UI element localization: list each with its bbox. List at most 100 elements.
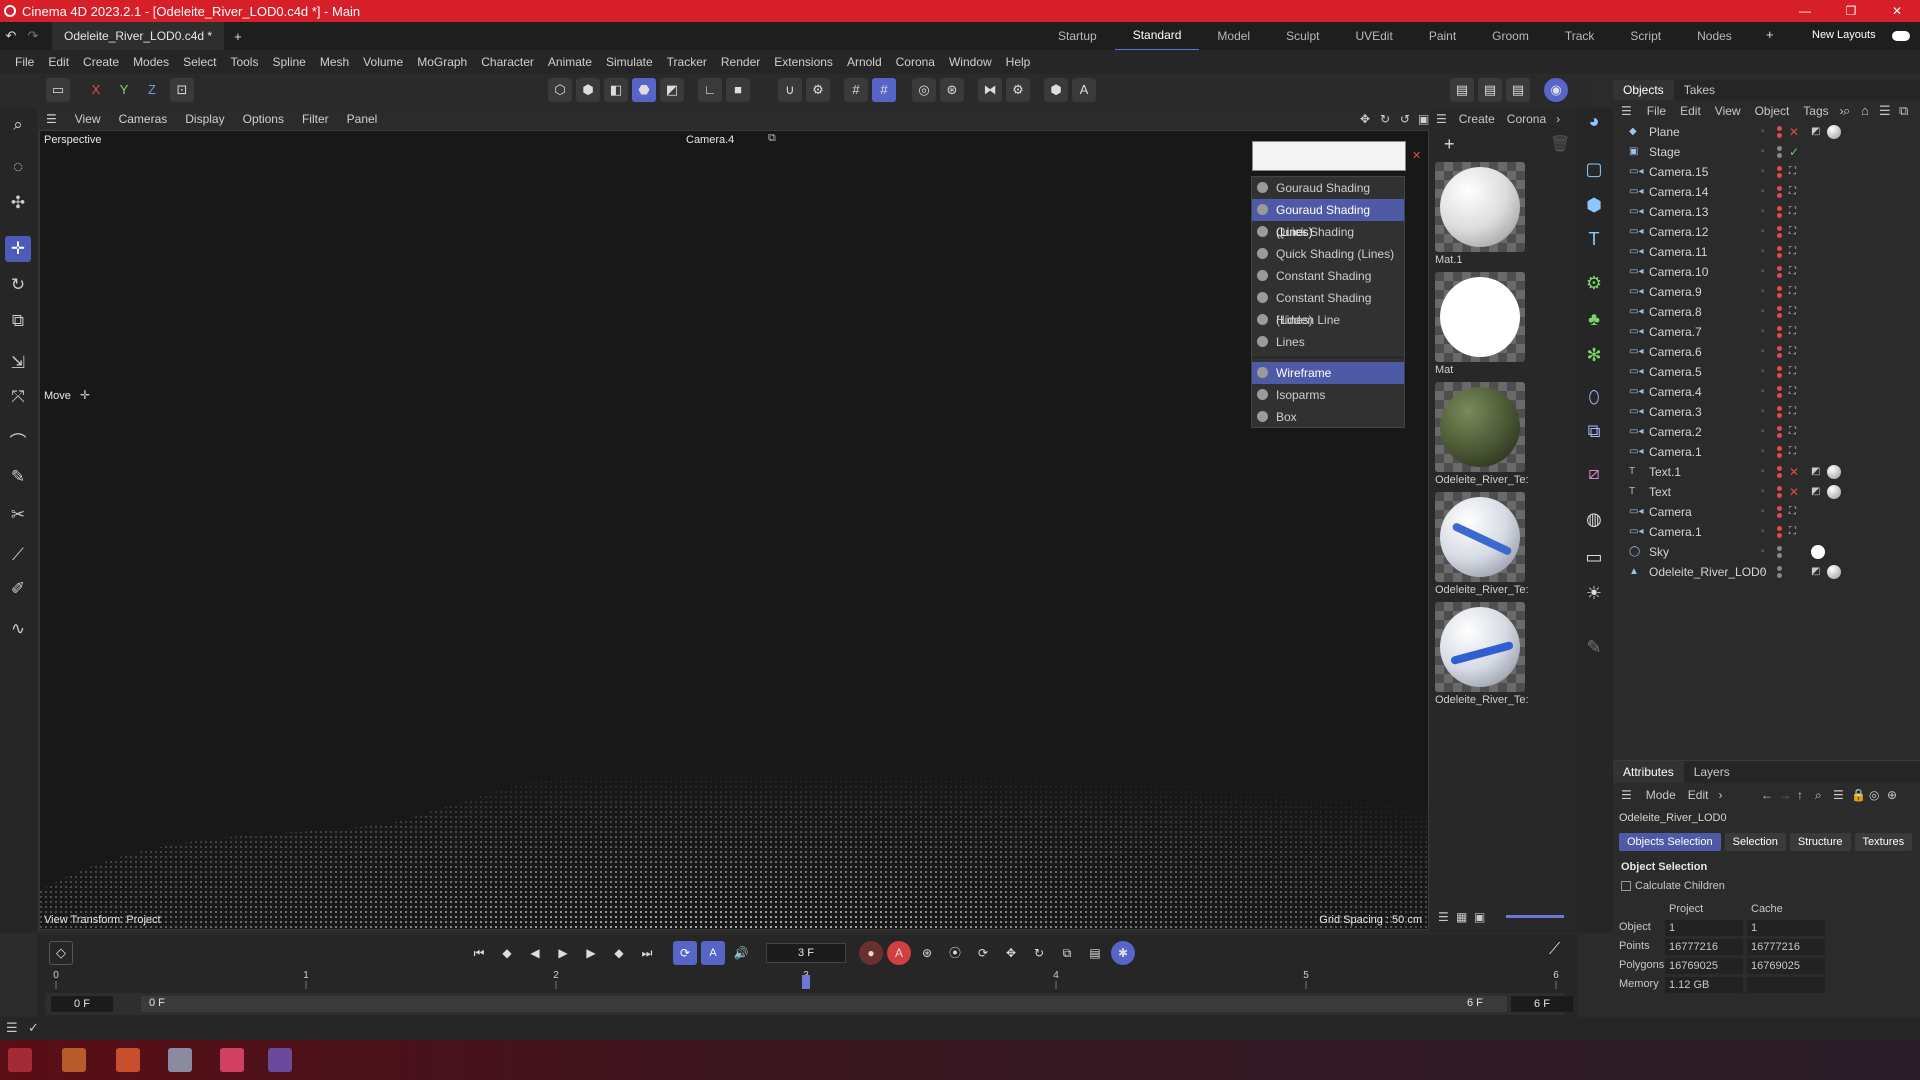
- render-visibility-icon[interactable]: [1777, 213, 1782, 218]
- viewport-solo-icon[interactable]: ▭: [46, 78, 70, 102]
- record-settings-icon[interactable]: ⟳: [971, 941, 995, 965]
- status-hamburger-icon[interactable]: ☰: [6, 1020, 18, 1036]
- large-view-icon[interactable]: ▣: [1474, 910, 1485, 924]
- volume-icon[interactable]: ⧄: [1581, 460, 1607, 486]
- timeline-ruler[interactable]: 0123456: [51, 969, 1571, 991]
- render-visibility-icon[interactable]: [1777, 493, 1782, 498]
- render-visibility-icon[interactable]: [1777, 553, 1782, 558]
- camera-tag-icon[interactable]: ⛶: [1789, 382, 1796, 402]
- shading-option[interactable]: Gouraud Shading: [1252, 177, 1404, 199]
- grid-view-icon[interactable]: ▦: [1456, 910, 1467, 924]
- visibility-icon[interactable]: [1777, 366, 1782, 371]
- objects-new-icon[interactable]: ⧉: [1899, 103, 1908, 119]
- camera-tag-icon[interactable]: ⛶: [1789, 222, 1796, 242]
- disabled-x-icon[interactable]: ✕: [1789, 462, 1799, 482]
- shading-option[interactable]: Quick Shading (Lines): [1252, 243, 1404, 265]
- objects-filter-icon[interactable]: ☰: [1879, 103, 1891, 119]
- menu-animate[interactable]: Animate: [541, 55, 599, 69]
- menu-edit[interactable]: Edit: [41, 55, 76, 69]
- deformer-icon[interactable]: ⬯: [1581, 384, 1607, 410]
- layer-icon[interactable]: ▫: [1761, 382, 1765, 402]
- layer-icon[interactable]: ▫: [1761, 482, 1765, 502]
- transfer-tool-icon[interactable]: ⤧: [5, 384, 31, 410]
- paint-icon[interactable]: ✐: [5, 576, 31, 602]
- spline-pen-icon[interactable]: ⌒: [5, 430, 31, 456]
- menu-extensions[interactable]: Extensions: [767, 55, 840, 69]
- scale-tool-icon[interactable]: ⧉: [5, 308, 31, 334]
- taskbar-app-icon[interactable]: [8, 1048, 32, 1072]
- auto-icon[interactable]: A: [1072, 78, 1096, 102]
- mograph-icon[interactable]: ♣: [1581, 306, 1607, 332]
- project-value-field[interactable]: 1.12 GB: [1665, 977, 1743, 993]
- edit-render-settings-icon[interactable]: ▤: [1506, 78, 1530, 102]
- camera-tag-icon[interactable]: ⛶: [1789, 342, 1796, 362]
- menu-help[interactable]: Help: [999, 55, 1038, 69]
- texture-tag-icon[interactable]: ◩: [1811, 562, 1820, 582]
- visibility-icon[interactable]: [1777, 426, 1782, 431]
- live-selection-icon[interactable]: ✣: [5, 190, 31, 216]
- shading-option[interactable]: Constant Shading: [1252, 265, 1404, 287]
- lock-icon[interactable]: ⬢: [1044, 78, 1068, 102]
- menu-mograph[interactable]: MoGraph: [410, 55, 474, 69]
- visibility-icon[interactable]: [1777, 566, 1782, 571]
- layer-icon[interactable]: ▫: [1761, 522, 1765, 542]
- document-tab[interactable]: Odeleite_River_LOD0.c4d *: [52, 22, 225, 50]
- knife-icon[interactable]: ✂: [5, 502, 31, 528]
- object-row[interactable]: ▲ Odeleite_River_LOD0 ▫ ◩: [1613, 562, 1920, 582]
- layout-tab-track[interactable]: Track: [1547, 22, 1613, 50]
- object-row[interactable]: ▭◂ Camera.9 ▫ ⛶: [1613, 282, 1920, 302]
- sound-icon[interactable]: 🔊: [729, 941, 753, 965]
- material-hamburger-icon[interactable]: ☰: [1430, 112, 1453, 126]
- brush-icon[interactable]: ⟋: [5, 542, 31, 568]
- attributes-tab[interactable]: Attributes: [1613, 761, 1684, 783]
- shading-search-box[interactable]: [1252, 141, 1406, 171]
- camera-tag-icon[interactable]: ⛶: [1789, 422, 1796, 442]
- taskbar-app-icon[interactable]: [220, 1048, 244, 1072]
- render-visibility-icon[interactable]: [1777, 393, 1782, 398]
- object-row[interactable]: ◆ Plane ▫ ✕ ◩: [1613, 122, 1920, 142]
- layer-icon[interactable]: ▫: [1761, 562, 1765, 582]
- layer-icon[interactable]: ▫: [1761, 202, 1765, 222]
- shading-option[interactable]: Wireframe: [1252, 362, 1404, 384]
- scale-key-icon[interactable]: ⧉: [1055, 941, 1079, 965]
- attribute-subtab[interactable]: Selection: [1724, 833, 1786, 851]
- render-visibility-icon[interactable]: [1777, 153, 1782, 158]
- end-frame-field[interactable]: 6 F: [1511, 996, 1573, 1012]
- start-frame-field[interactable]: 0 F: [51, 996, 113, 1012]
- back-icon[interactable]: ←: [1761, 788, 1773, 802]
- edit-icon[interactable]: ✎: [1581, 634, 1607, 660]
- visibility-icon[interactable]: [1777, 266, 1782, 271]
- camera-tag-icon[interactable]: ⛶: [1789, 522, 1796, 542]
- layer-icon[interactable]: ▫: [1761, 122, 1765, 142]
- uv-mode-icon[interactable]: ◩: [660, 78, 684, 102]
- layer-icon[interactable]: ▫: [1761, 442, 1765, 462]
- camera-object-icon[interactable]: ▭: [1581, 544, 1607, 570]
- render-visibility-icon[interactable]: [1777, 173, 1782, 178]
- texture-tag-icon[interactable]: ◩: [1811, 462, 1820, 482]
- thumbnail-size-slider[interactable]: [1506, 915, 1564, 918]
- render-visibility-icon[interactable]: [1777, 233, 1782, 238]
- render-visibility-icon[interactable]: [1777, 333, 1782, 338]
- layout-tab-uvedit[interactable]: UVEdit: [1337, 22, 1410, 50]
- visibility-icon[interactable]: [1777, 486, 1782, 491]
- menu-simulate[interactable]: Simulate: [599, 55, 660, 69]
- redo-icon[interactable]: ↷: [22, 28, 44, 44]
- material-thumb[interactable]: [1435, 272, 1525, 362]
- rotation-key-icon[interactable]: ↻: [1027, 941, 1051, 965]
- loop-icon[interactable]: ⟳: [673, 941, 697, 965]
- spline-smooth-icon[interactable]: ∿: [5, 616, 31, 642]
- visibility-icon[interactable]: [1777, 206, 1782, 211]
- objects-hamburger-icon[interactable]: ☰: [1613, 104, 1640, 118]
- object-row[interactable]: ▭◂ Camera ▫ ⛶: [1613, 502, 1920, 522]
- menu-corona[interactable]: Corona: [889, 55, 942, 69]
- render-visibility-icon[interactable]: [1777, 293, 1782, 298]
- render-visibility-icon[interactable]: [1777, 413, 1782, 418]
- edges-mode-icon[interactable]: ⬢: [576, 78, 600, 102]
- more-icon[interactable]: ›: [1552, 112, 1564, 126]
- project-value-field[interactable]: 16777216: [1665, 939, 1743, 955]
- render-visibility-icon[interactable]: [1777, 373, 1782, 378]
- add-tab-button[interactable]: +: [224, 29, 252, 44]
- objects-menu-file[interactable]: File: [1640, 104, 1673, 118]
- minimize-button[interactable]: —: [1782, 0, 1828, 22]
- viewport-menu-options[interactable]: Options: [234, 112, 293, 126]
